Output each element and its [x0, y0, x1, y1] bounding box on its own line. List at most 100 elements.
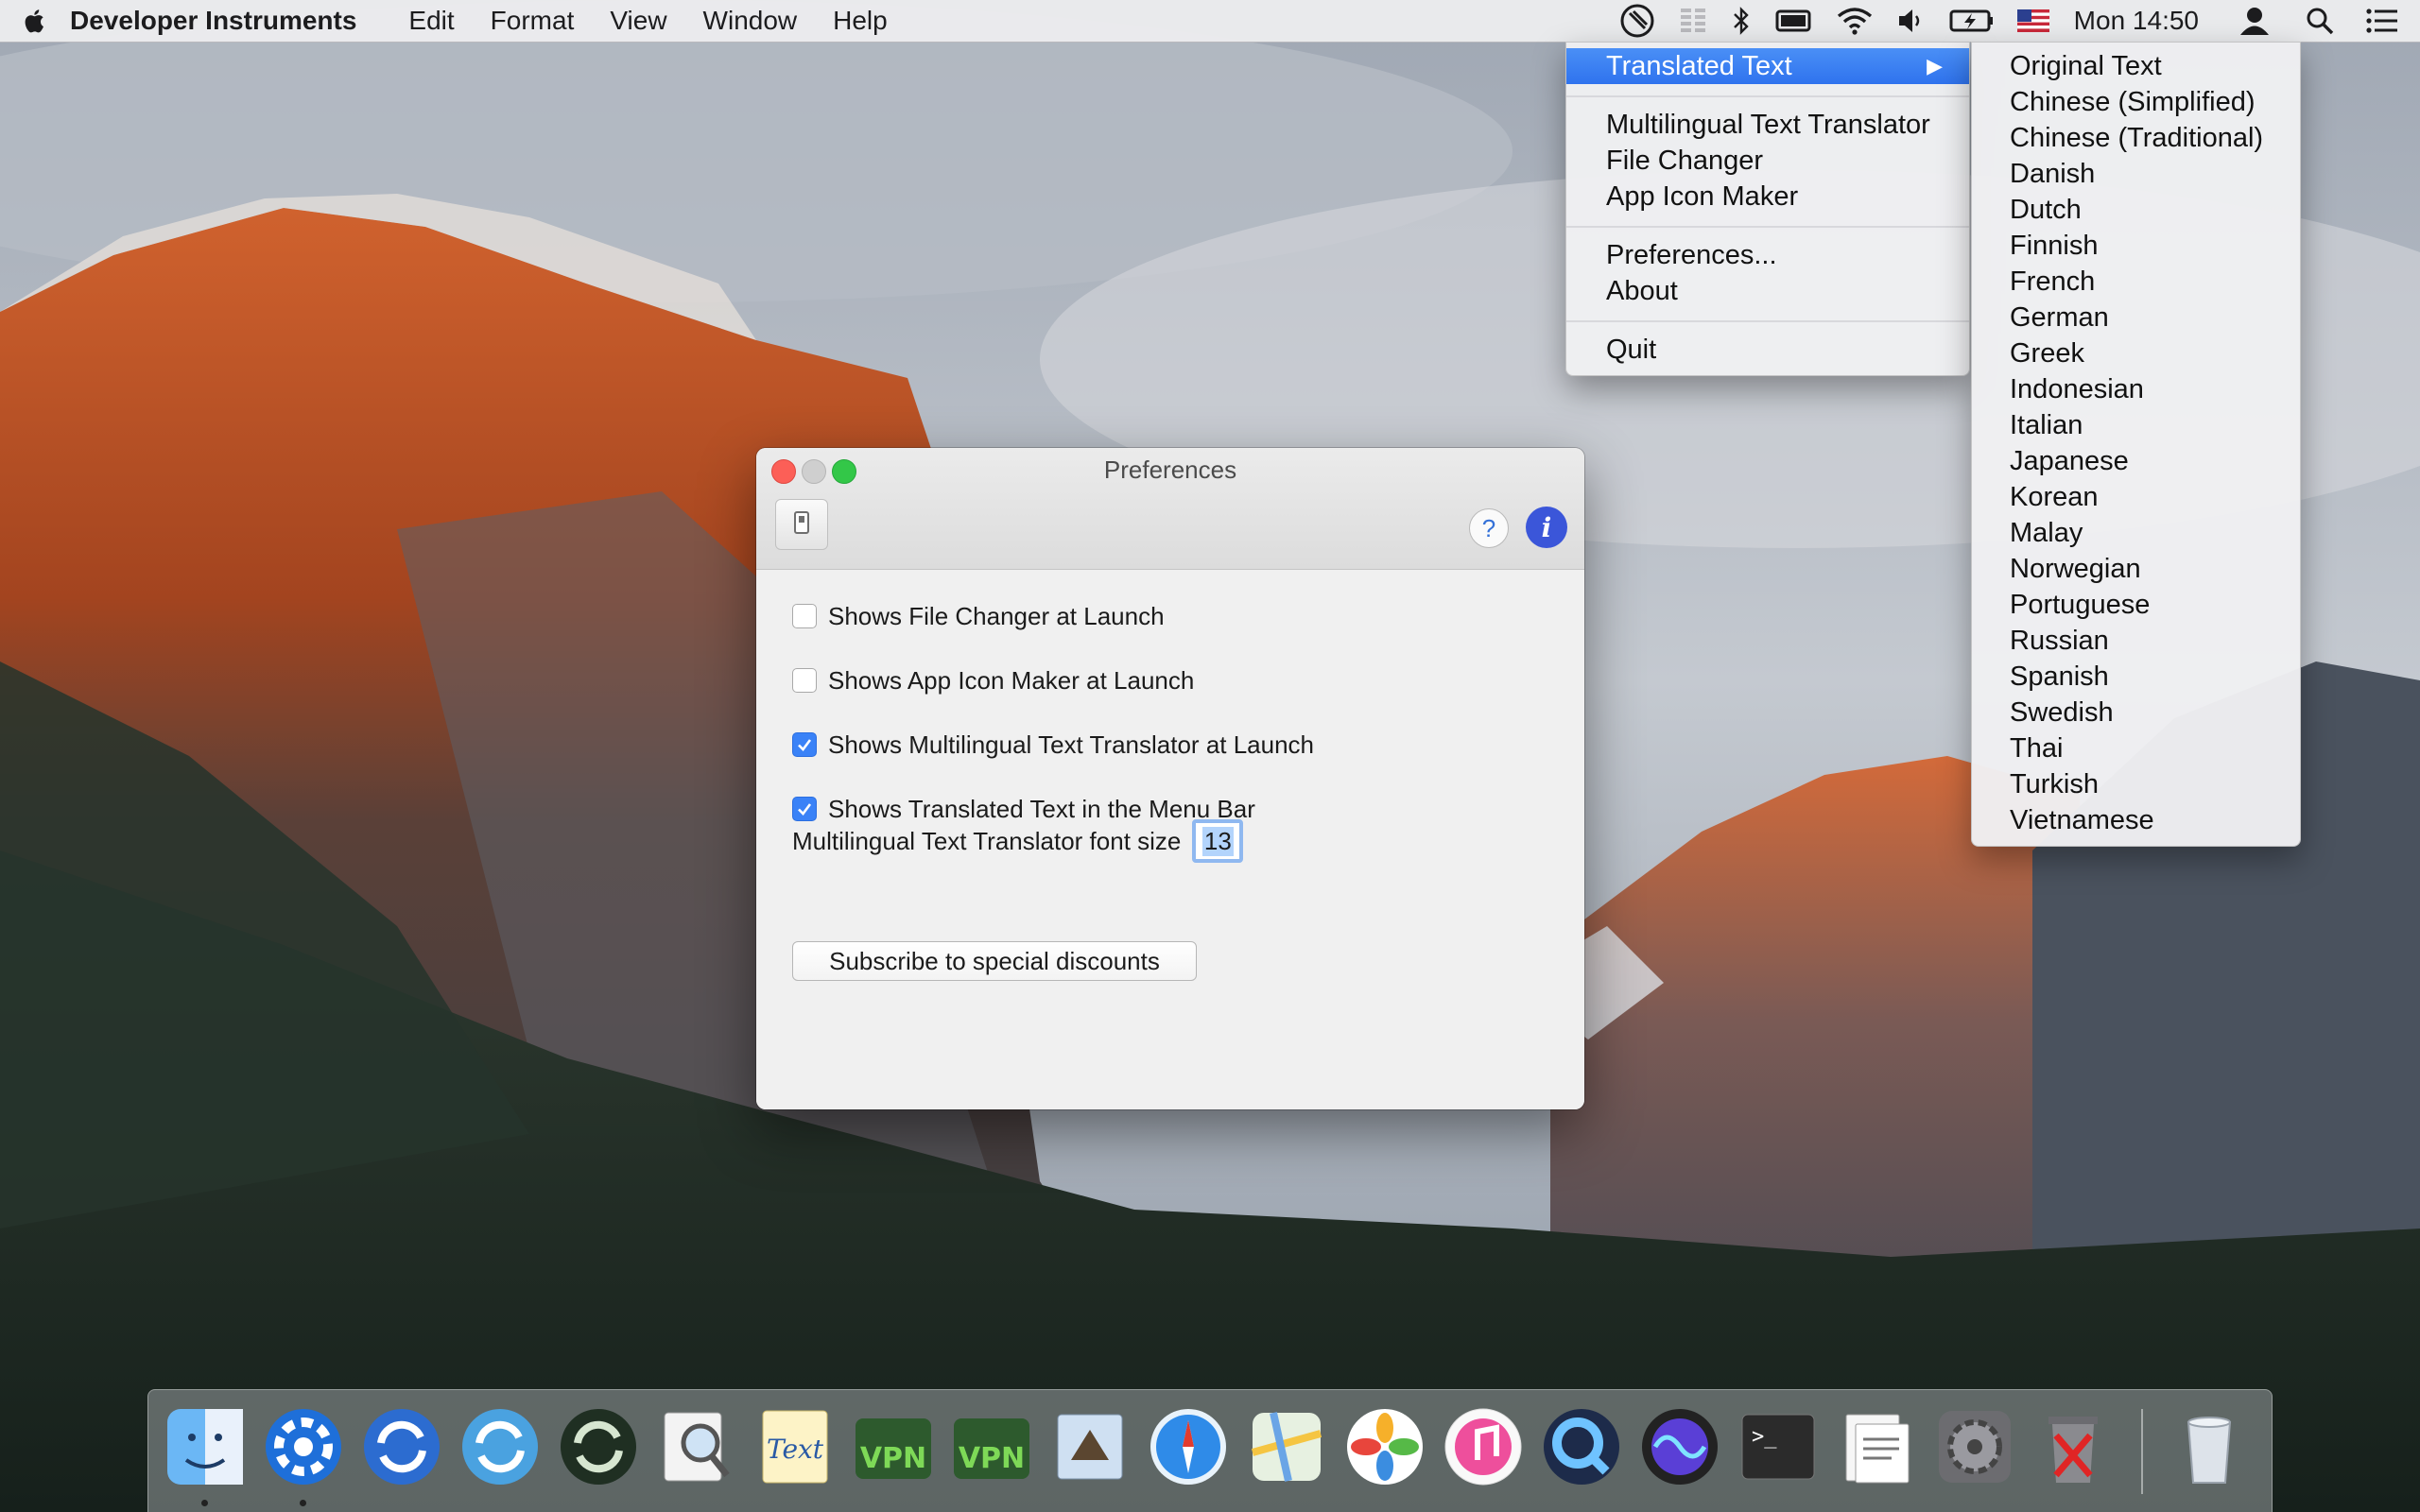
menu-bar: Developer Instruments Edit Format View W… [0, 0, 2420, 43]
dock-icon-vpn[interactable]: VPN [950, 1405, 1033, 1488]
svg-text:Text: Text [767, 1434, 824, 1465]
toolbar-general-button[interactable] [775, 499, 828, 550]
language-item[interactable]: Russian [2010, 623, 2109, 659]
checkmark-icon [798, 803, 812, 816]
menu-item-quit[interactable]: Quit [1566, 332, 1969, 368]
info-button[interactable]: i [1526, 507, 1567, 548]
language-item[interactable]: Thai [2010, 730, 2063, 766]
dock-icon-data-sync[interactable] [557, 1405, 640, 1488]
help-button[interactable]: ? [1469, 508, 1509, 548]
preference-option-row[interactable]: Shows App Icon Maker at Launch [792, 664, 1194, 696]
language-item[interactable]: Korean [2010, 479, 2099, 515]
dock-icon-system-preferences[interactable] [1933, 1405, 2016, 1488]
app-status-icon[interactable] [1607, 0, 1668, 42]
dock-icon-siri[interactable] [1638, 1405, 1721, 1488]
dock-icon-maps[interactable] [1245, 1405, 1328, 1488]
language-item[interactable]: Chinese (Traditional) [2010, 120, 2263, 156]
bluetooth-icon[interactable] [1719, 0, 1764, 42]
font-size-row: Multilingual Text Translator font size 1… [792, 819, 1244, 863]
dock-icon-finder[interactable] [164, 1405, 247, 1488]
battery-charging-icon[interactable] [1938, 0, 2006, 42]
dock-icon-sync-utility[interactable] [458, 1405, 542, 1488]
dock-separator [2141, 1409, 2143, 1494]
menu-item-translated-text[interactable]: Translated Text ▶ [1566, 48, 1969, 84]
us-flag-icon[interactable] [2006, 0, 2061, 42]
menu-item-about[interactable]: About [1566, 273, 1969, 309]
checkbox-unchecked[interactable] [792, 604, 817, 628]
dock-icon-safari[interactable] [1147, 1405, 1230, 1488]
dock-icon-uninstaller[interactable] [2031, 1405, 2115, 1488]
battery-monitor-icon[interactable] [1764, 0, 1824, 42]
language-item[interactable]: Finnish [2010, 228, 2099, 264]
language-item[interactable]: Spanish [2010, 659, 2109, 695]
preference-option-row[interactable]: Shows File Changer at Launch [792, 600, 1165, 632]
preference-option-row[interactable]: Shows Multilingual Text Translator at La… [792, 729, 1314, 761]
menu-edit[interactable]: Edit [390, 6, 472, 36]
language-item[interactable]: Turkish [2010, 766, 2099, 802]
menu-bar-left: Developer Instruments Edit Format View W… [0, 0, 906, 42]
menu-bar-clock[interactable]: Mon 14:50 [2061, 6, 2221, 36]
dock: Text VPN VPN >_ [147, 1389, 2273, 1512]
checkbox-checked[interactable] [792, 732, 817, 757]
language-item[interactable]: Swedish [2010, 695, 2114, 730]
dock-icon-sync[interactable] [360, 1405, 443, 1488]
language-item[interactable]: Italian [2010, 407, 2083, 443]
dock-icon-mail[interactable] [1048, 1405, 1132, 1488]
running-indicator [201, 1500, 208, 1506]
volume-icon[interactable] [1885, 0, 1938, 42]
preference-option-label: Shows App Icon Maker at Launch [828, 665, 1195, 695]
dock-icon-quicktime-player[interactable] [1540, 1405, 1623, 1488]
language-item[interactable]: Malay [2010, 515, 2083, 551]
language-item[interactable]: Vietnamese [2010, 802, 2154, 838]
window-title: Preferences [1103, 455, 1237, 484]
app-name-menu[interactable]: Developer Instruments [66, 6, 373, 36]
menu-separator [1566, 320, 1969, 322]
menu-view[interactable]: View [592, 6, 684, 36]
dock-icon-terminal[interactable]: >_ [1737, 1405, 1820, 1488]
dock-icon-photos[interactable] [1343, 1405, 1426, 1488]
user-icon[interactable] [2221, 0, 2288, 42]
svg-text:VPN: VPN [959, 1442, 1025, 1475]
menu-format[interactable]: Format [473, 6, 593, 36]
menu-window[interactable]: Window [685, 6, 816, 36]
dock-icon-documents[interactable] [1835, 1405, 1918, 1488]
language-item[interactable]: Greek [2010, 335, 2084, 371]
language-item[interactable]: Danish [2010, 156, 2095, 192]
language-item[interactable]: Japanese [2010, 443, 2129, 479]
spotlight-search-icon[interactable] [2288, 0, 2352, 42]
menu-item-file-changer[interactable]: File Changer [1566, 143, 1969, 179]
language-item[interactable]: Dutch [2010, 192, 2082, 228]
dock-icon-vpn-agent[interactable]: VPN [852, 1405, 935, 1488]
text-columns-icon[interactable] [1668, 0, 1719, 42]
notification-center-icon[interactable] [2352, 0, 2420, 42]
running-indicator [300, 1500, 306, 1506]
dock-icon-trash[interactable] [2168, 1405, 2251, 1488]
language-item[interactable]: Indonesian [2010, 371, 2144, 407]
font-size-field[interactable]: 13 [1192, 819, 1244, 863]
language-item[interactable]: Portuguese [2010, 587, 2150, 623]
subscribe-button[interactable]: Subscribe to special discounts [792, 941, 1197, 981]
dock-icon-text[interactable]: Text [753, 1405, 837, 1488]
language-item[interactable]: Norwegian [2010, 551, 2141, 587]
font-size-value: 13 [1201, 826, 1234, 856]
menu-item-app-icon-maker[interactable]: App Icon Maker [1566, 179, 1969, 215]
submenu-arrow-icon: ▶ [1927, 54, 1943, 77]
language-item[interactable]: German [2010, 300, 2109, 335]
checkbox-checked[interactable] [792, 797, 817, 821]
switch-icon [792, 510, 811, 540]
dock-icon-developer-instruments[interactable] [262, 1405, 345, 1488]
dock-icon-itunes[interactable] [1442, 1405, 1525, 1488]
window-titlebar[interactable]: Preferences ? i [756, 448, 1584, 570]
preference-option-label: Shows File Changer at Launch [828, 601, 1165, 630]
menu-help[interactable]: Help [815, 6, 906, 36]
menu-item-preferences[interactable]: Preferences... [1566, 237, 1969, 273]
menu-item-multilingual-text-translator[interactable]: Multilingual Text Translator [1566, 107, 1969, 143]
language-item[interactable]: Chinese (Simplified) [2010, 84, 2256, 120]
language-item[interactable]: Original Text [2010, 48, 2162, 84]
checkbox-unchecked[interactable] [792, 668, 817, 693]
dock-icon-preview[interactable] [655, 1405, 738, 1488]
wifi-icon[interactable] [1824, 0, 1885, 42]
menu-item-translated-text-label: Translated Text [1606, 51, 1792, 81]
language-item[interactable]: French [2010, 264, 2095, 300]
apple-menu-icon[interactable] [0, 7, 66, 35]
